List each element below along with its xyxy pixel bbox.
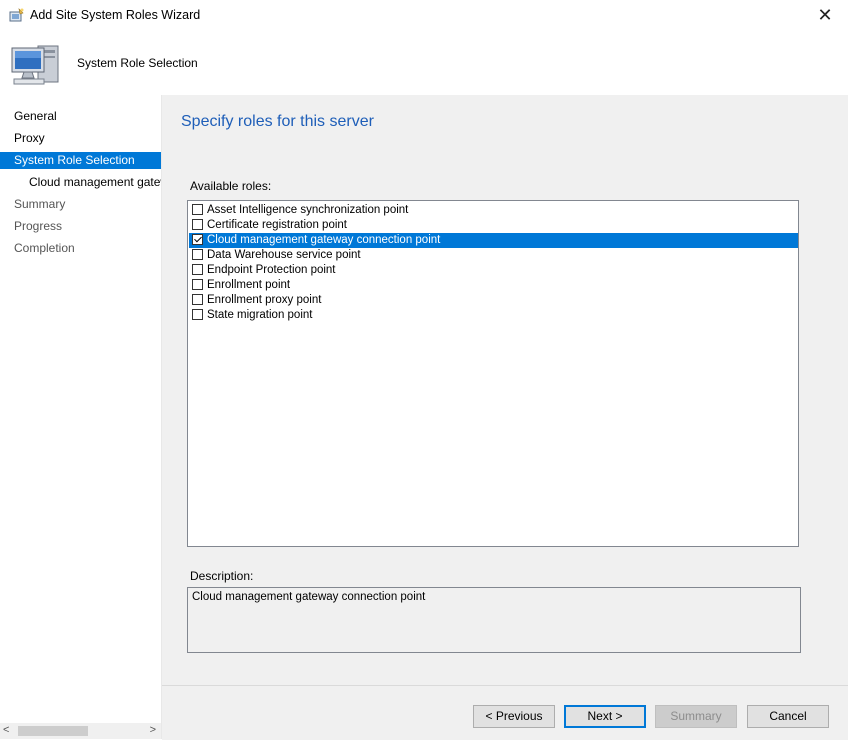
nav-item-system-role-selection[interactable]: System Role Selection — [0, 152, 161, 169]
previous-button[interactable]: < Previous — [473, 705, 555, 728]
role-label: Enrollment point — [207, 279, 291, 291]
role-item-enrollment-proxy[interactable]: Enrollment proxy point — [189, 293, 798, 308]
computer-icon — [11, 45, 59, 85]
role-checkbox[interactable] — [192, 204, 203, 215]
next-button[interactable]: Next > — [564, 705, 646, 728]
summary-button[interactable]: Summary — [655, 705, 737, 728]
wizard-content-panel: Specify roles for this server Available … — [162, 95, 848, 685]
description-label: Description: — [190, 569, 254, 583]
role-checkbox[interactable] — [192, 219, 203, 230]
nav-item-general[interactable]: General — [0, 108, 161, 125]
role-item-cloud-management-gateway[interactable]: Cloud management gateway connection poin… — [189, 233, 798, 248]
role-checkbox[interactable] — [192, 294, 203, 305]
wizard-footer: < Previous Next > Summary Cancel — [162, 685, 848, 740]
cancel-button[interactable]: Cancel — [747, 705, 829, 728]
nav-item-cloud-management-gateway[interactable]: Cloud management gateway connection poin… — [0, 174, 161, 191]
role-label: Asset Intelligence synchronization point — [207, 204, 409, 216]
role-checkbox[interactable] — [192, 309, 203, 320]
nav-item-progress[interactable]: Progress — [0, 218, 161, 235]
close-button[interactable]: ✕ — [802, 0, 848, 30]
role-label: Enrollment proxy point — [207, 294, 322, 306]
wizard-header: System Role Selection — [0, 30, 848, 95]
nav-item-proxy[interactable]: Proxy — [0, 130, 161, 147]
role-item-asset-intelligence[interactable]: Asset Intelligence synchronization point — [189, 203, 798, 218]
page-heading: Specify roles for this server — [181, 113, 374, 130]
role-checkbox[interactable] — [192, 279, 203, 290]
scroll-thumb[interactable] — [18, 726, 88, 736]
wizard-step-nav: General Proxy System Role Selection Clou… — [0, 95, 162, 739]
header-title: System Role Selection — [77, 56, 198, 70]
role-item-data-warehouse[interactable]: Data Warehouse service point — [189, 248, 798, 263]
role-label: Cloud management gateway connection poin… — [207, 234, 441, 246]
title-bar: Add Site System Roles Wizard ✕ — [0, 0, 848, 30]
wizard-app-icon — [9, 8, 24, 22]
role-label: Data Warehouse service point — [207, 249, 361, 261]
role-checkbox[interactable] — [192, 264, 203, 275]
scroll-right-icon[interactable]: > — [150, 724, 156, 736]
nav-horizontal-scrollbar[interactable]: < > — [0, 723, 161, 739]
role-label: Endpoint Protection point — [207, 264, 336, 276]
nav-item-summary[interactable]: Summary — [0, 196, 161, 213]
role-item-state-migration[interactable]: State migration point — [189, 308, 798, 323]
close-icon: ✕ — [817, 4, 833, 25]
role-item-endpoint-protection[interactable]: Endpoint Protection point — [189, 263, 798, 278]
available-roles-label: Available roles: — [190, 179, 272, 193]
role-item-certificate-registration[interactable]: Certificate registration point — [189, 218, 798, 233]
role-checkbox-checked[interactable] — [192, 234, 203, 245]
role-label: Certificate registration point — [207, 219, 347, 231]
roles-list: Asset Intelligence synchronization point… — [187, 200, 799, 547]
nav-item-completion[interactable]: Completion — [0, 240, 161, 257]
description-text: Cloud management gateway connection poin… — [187, 587, 801, 653]
window-title: Add Site System Roles Wizard — [30, 8, 201, 22]
scroll-left-icon[interactable]: < — [3, 724, 9, 736]
role-item-enrollment-point[interactable]: Enrollment point — [189, 278, 798, 293]
role-label: State migration point — [207, 309, 313, 321]
role-checkbox[interactable] — [192, 249, 203, 260]
